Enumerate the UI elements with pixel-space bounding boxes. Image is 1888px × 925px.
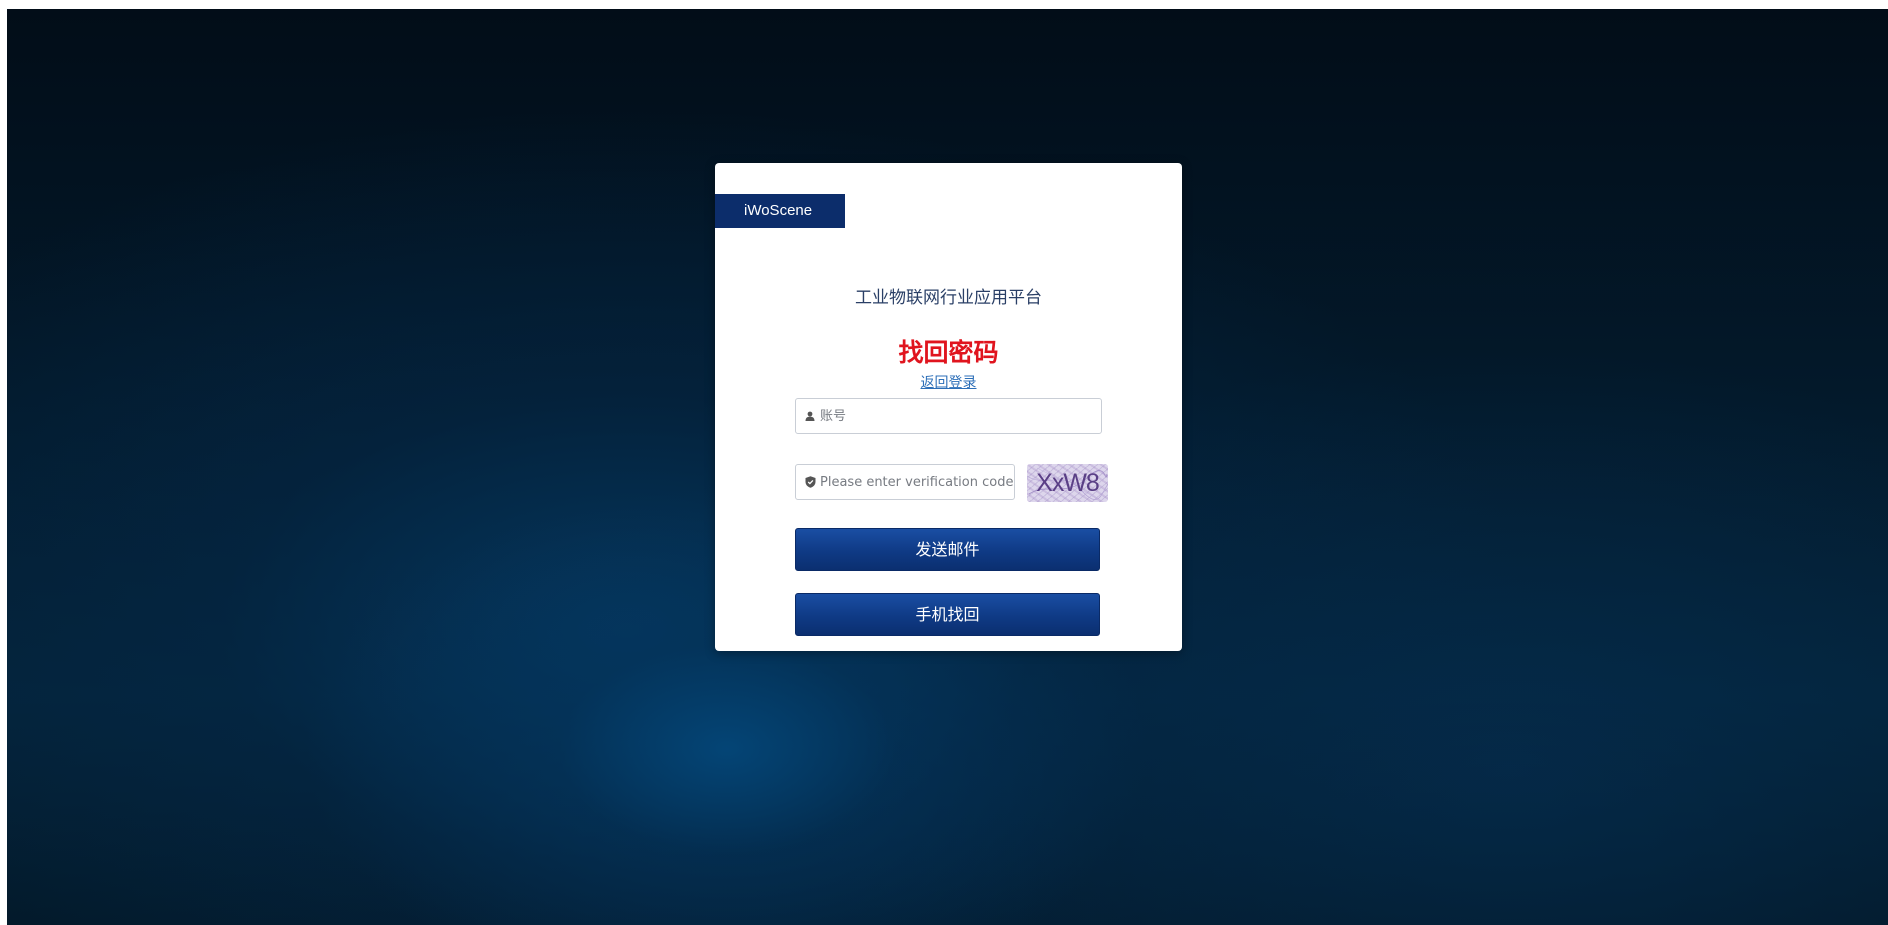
- back-to-login-link[interactable]: 返回登录: [921, 375, 977, 391]
- account-input[interactable]: [820, 399, 1101, 433]
- platform-title: 工业物联网行业应用平台: [855, 288, 1042, 308]
- captcha-text: XxW8: [1036, 469, 1100, 497]
- recover-password-card: iWoScene 工业物联网行业应用平台 找回密码 返回登录 账号 Please…: [715, 163, 1182, 651]
- captcha-image[interactable]: XxW8: [1027, 464, 1108, 502]
- send-email-button[interactable]: 发送邮件: [795, 528, 1100, 571]
- account-field[interactable]: [795, 398, 1102, 434]
- back-link-container: 返回登录: [715, 372, 1182, 392]
- shield-icon: [804, 476, 816, 488]
- phone-recover-button[interactable]: 手机找回: [795, 593, 1100, 636]
- verification-code-input[interactable]: [820, 465, 1014, 499]
- page-title: 找回密码: [898, 338, 999, 367]
- user-icon: [804, 410, 816, 422]
- page-background: iWoScene 工业物联网行业应用平台 找回密码 返回登录 账号 Please…: [7, 9, 1888, 925]
- brand-label: iWoScene: [715, 194, 845, 228]
- verification-code-field[interactable]: [795, 464, 1015, 500]
